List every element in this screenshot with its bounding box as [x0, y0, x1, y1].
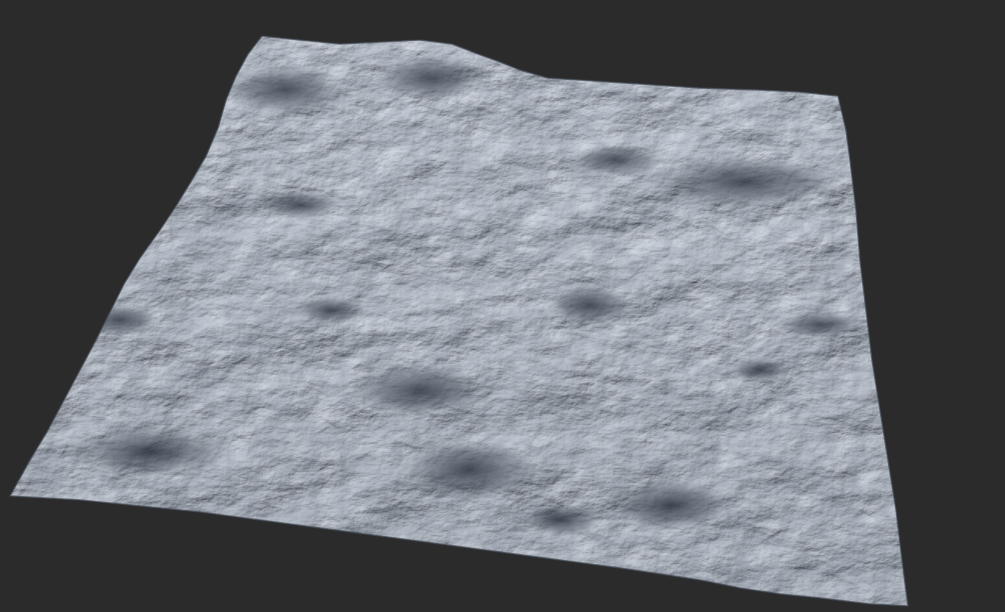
terrain-render	[0, 0, 1005, 612]
render-viewport[interactable]	[0, 0, 1005, 612]
